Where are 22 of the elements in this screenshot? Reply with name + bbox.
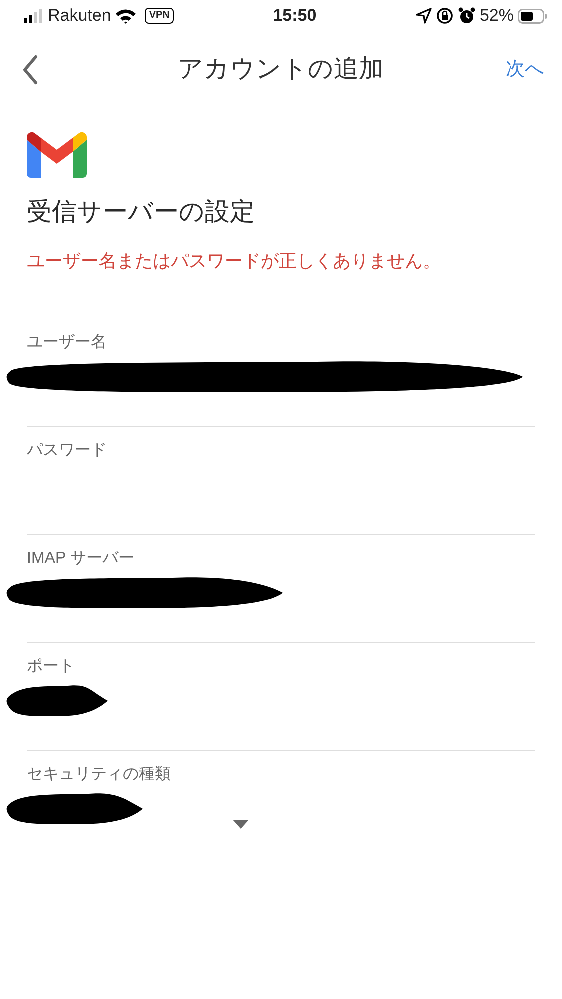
field-label: IMAP サーバー (27, 548, 134, 568)
screen-title: アカウントの追加 (178, 55, 384, 84)
next-link[interactable]: 次へ (506, 56, 544, 84)
field-label: セキュリティの種類 (27, 764, 171, 784)
dropdown-caret-icon[interactable] (233, 820, 249, 829)
battery-percent: 52% (480, 5, 514, 28)
section-heading: 受信サーバーの設定 (27, 198, 255, 226)
clock-time: 15:50 (273, 6, 317, 26)
alarm-clock-icon (458, 7, 476, 25)
location-arrow-icon (416, 8, 432, 24)
error-message: ユーザー名またはパスワードが正しくありません。 (27, 250, 441, 270)
rotation-lock-icon (436, 7, 454, 25)
vpn-badge: VPN (145, 8, 174, 24)
signal-icon (24, 9, 44, 23)
battery-icon (518, 8, 548, 24)
wifi-icon (115, 8, 138, 24)
carrier-name: Rakuten (48, 5, 112, 28)
field-label: ユーザー名 (27, 332, 107, 352)
mail-logo-icon (27, 132, 87, 178)
field-label: パスワード (27, 440, 107, 460)
back-button[interactable] (22, 55, 38, 85)
field-label: ポート (27, 656, 75, 676)
